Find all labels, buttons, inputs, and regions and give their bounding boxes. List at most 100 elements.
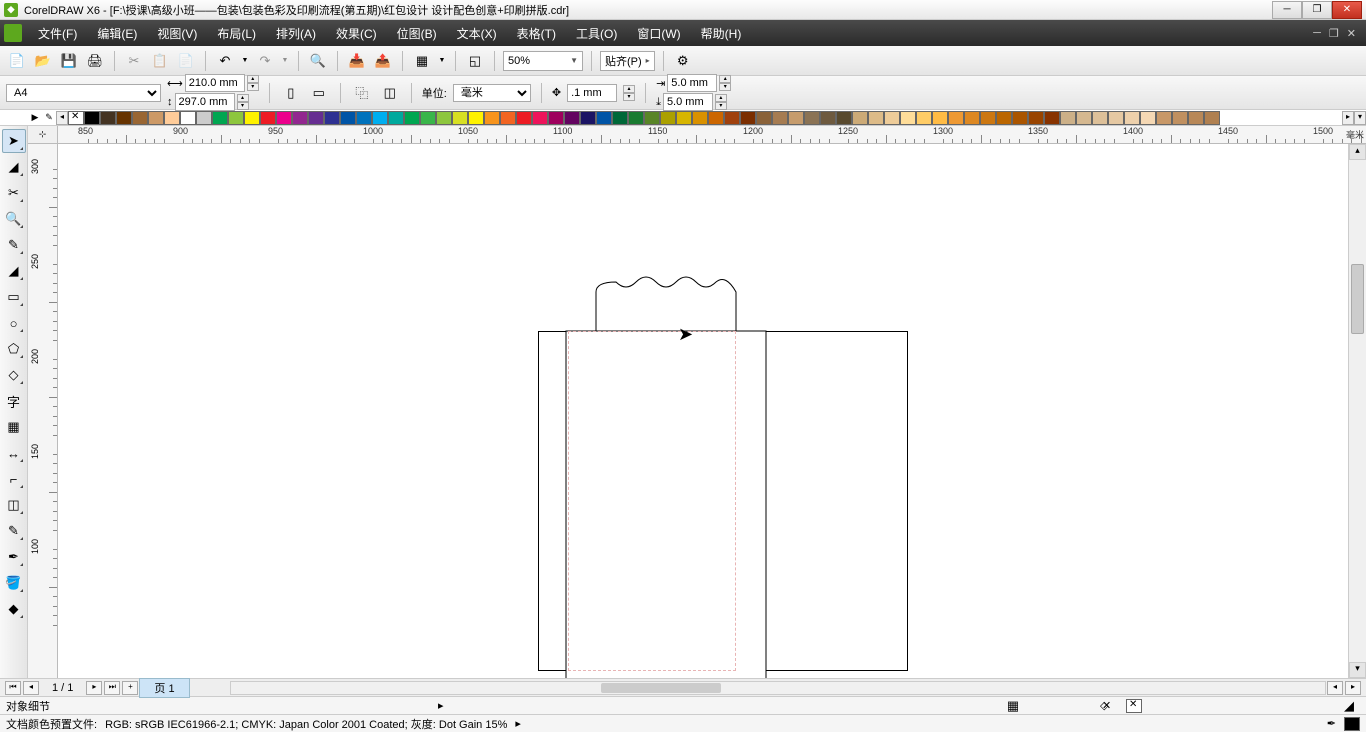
dup-y-input[interactable]	[663, 93, 713, 111]
palette-prev[interactable]: ◂	[56, 111, 68, 125]
color-swatch[interactable]	[180, 111, 196, 125]
search-button[interactable]: 🔍	[307, 50, 329, 72]
palette-next[interactable]: ▸	[1342, 111, 1354, 125]
color-swatch[interactable]	[1028, 111, 1044, 125]
color-swatch[interactable]	[340, 111, 356, 125]
freehand-tool[interactable]: ✎	[2, 233, 26, 257]
color-swatch[interactable]	[276, 111, 292, 125]
cut-button[interactable]: ✂	[123, 50, 145, 72]
menu-text[interactable]: 文本(X)	[447, 21, 507, 46]
color-swatch[interactable]	[292, 111, 308, 125]
menu-table[interactable]: 表格(T)	[507, 21, 566, 46]
menu-help[interactable]: 帮助(H)	[691, 21, 752, 46]
horizontal-scrollbar[interactable]	[230, 681, 1326, 695]
menu-tools[interactable]: 工具(O)	[566, 21, 627, 46]
color-swatch[interactable]	[916, 111, 932, 125]
color-swatch[interactable]	[948, 111, 964, 125]
close-button[interactable]: ✕	[1332, 1, 1362, 19]
vertical-scrollbar[interactable]: ▴ ▾	[1348, 144, 1366, 678]
hscroll-thumb[interactable]	[601, 683, 721, 693]
color-swatch[interactable]	[84, 111, 100, 125]
color-swatch[interactable]	[1140, 111, 1156, 125]
menu-arrange[interactable]: 排列(A)	[266, 21, 326, 46]
fill-handle-icon[interactable]: ✒	[1327, 717, 1336, 730]
rectangle-tool[interactable]: ▭	[2, 285, 26, 309]
color-swatch[interactable]	[548, 111, 564, 125]
height-spin-up[interactable]: ▴	[237, 94, 249, 102]
color-swatch[interactable]	[356, 111, 372, 125]
undo-button[interactable]: ↶	[214, 50, 236, 72]
basic-shapes-tool[interactable]: ◇	[2, 363, 26, 387]
app-menu-icon[interactable]	[4, 24, 22, 42]
page-add[interactable]: +	[122, 681, 138, 695]
color-swatch[interactable]	[212, 111, 228, 125]
export-button[interactable]: 📤	[372, 50, 394, 72]
mdi-close[interactable]: ✕	[1347, 27, 1356, 40]
color-swatch[interactable]	[452, 111, 468, 125]
color-swatch[interactable]	[1124, 111, 1140, 125]
menu-bitmap[interactable]: 位图(B)	[387, 21, 447, 46]
color-swatch[interactable]	[324, 111, 340, 125]
vertical-ruler[interactable]: 300250200150100	[28, 144, 58, 678]
menu-effects[interactable]: 效果(C)	[326, 21, 387, 46]
app-launcher-dropdown[interactable]: ▼	[437, 50, 447, 72]
table-tool[interactable]: ▦	[2, 415, 26, 439]
interactive-fill-tool[interactable]: ◆	[2, 597, 26, 621]
color-swatch[interactable]	[1108, 111, 1124, 125]
color-swatch[interactable]	[564, 111, 580, 125]
profile-expand-icon[interactable]: ▸	[515, 717, 521, 730]
color-swatch[interactable]	[788, 111, 804, 125]
color-swatch[interactable]	[116, 111, 132, 125]
canvas[interactable]: ➤	[58, 144, 1348, 678]
page-width-input[interactable]	[185, 74, 245, 92]
color-swatch[interactable]	[580, 111, 596, 125]
landscape-button[interactable]: ▭	[308, 82, 330, 104]
color-swatch[interactable]	[1156, 111, 1172, 125]
smart-fill-tool[interactable]: ◢	[2, 259, 26, 283]
color-swatch[interactable]	[532, 111, 548, 125]
portrait-button[interactable]: ▯	[280, 82, 302, 104]
color-swatch[interactable]	[1076, 111, 1092, 125]
page-prev[interactable]: ◂	[23, 681, 39, 695]
color-swatch[interactable]	[228, 111, 244, 125]
minimize-button[interactable]: ─	[1272, 1, 1302, 19]
eyedropper-tool[interactable]: ✎	[2, 519, 26, 543]
color-swatch[interactable]	[196, 111, 212, 125]
maximize-button[interactable]: ❐	[1302, 1, 1332, 19]
color-swatch[interactable]	[660, 111, 676, 125]
color-swatch[interactable]	[484, 111, 500, 125]
color-swatch[interactable]	[1044, 111, 1060, 125]
color-swatch[interactable]	[772, 111, 788, 125]
welcome-button[interactable]: ◱	[464, 50, 486, 72]
height-spin-down[interactable]: ▾	[237, 102, 249, 110]
dup-x-input[interactable]	[667, 74, 717, 92]
copy-button[interactable]: 📋	[149, 50, 171, 72]
page-tab-1[interactable]: 页 1	[139, 678, 189, 698]
color-swatch[interactable]	[372, 111, 388, 125]
color-swatch[interactable]	[964, 111, 980, 125]
color-swatch[interactable]	[420, 111, 436, 125]
color-swatch[interactable]	[980, 111, 996, 125]
menu-layout[interactable]: 布局(L)	[207, 21, 266, 46]
palette-play-icon[interactable]: ▶	[28, 111, 42, 125]
redo-dropdown[interactable]: ▼	[280, 50, 290, 72]
horizontal-ruler[interactable]: 8509009501000105011001150120012501300135…	[58, 126, 1366, 144]
color-proof-icon[interactable]: ▦	[1002, 695, 1024, 717]
menu-view[interactable]: 视图(V)	[147, 21, 207, 46]
color-swatch[interactable]	[1092, 111, 1108, 125]
color-swatch[interactable]	[628, 111, 644, 125]
outline-tool[interactable]: ✒	[2, 545, 26, 569]
options-button[interactable]: ⚙	[672, 50, 694, 72]
color-swatch[interactable]	[516, 111, 532, 125]
zoom-tool[interactable]: 🔍	[2, 207, 26, 231]
menu-edit[interactable]: 编辑(E)	[87, 21, 147, 46]
shape-tool[interactable]: ◢	[2, 155, 26, 179]
snap-combo[interactable]: 贴齐(P) ▸	[600, 51, 655, 71]
color-swatch[interactable]	[308, 111, 324, 125]
all-pages-button[interactable]: ⿻	[351, 82, 373, 104]
color-swatch[interactable]	[132, 111, 148, 125]
corner-fill-icon[interactable]: ◢	[1338, 695, 1360, 717]
page-first[interactable]: ⏮	[5, 681, 21, 695]
color-swatch[interactable]	[804, 111, 820, 125]
undo-dropdown[interactable]: ▼	[240, 50, 250, 72]
